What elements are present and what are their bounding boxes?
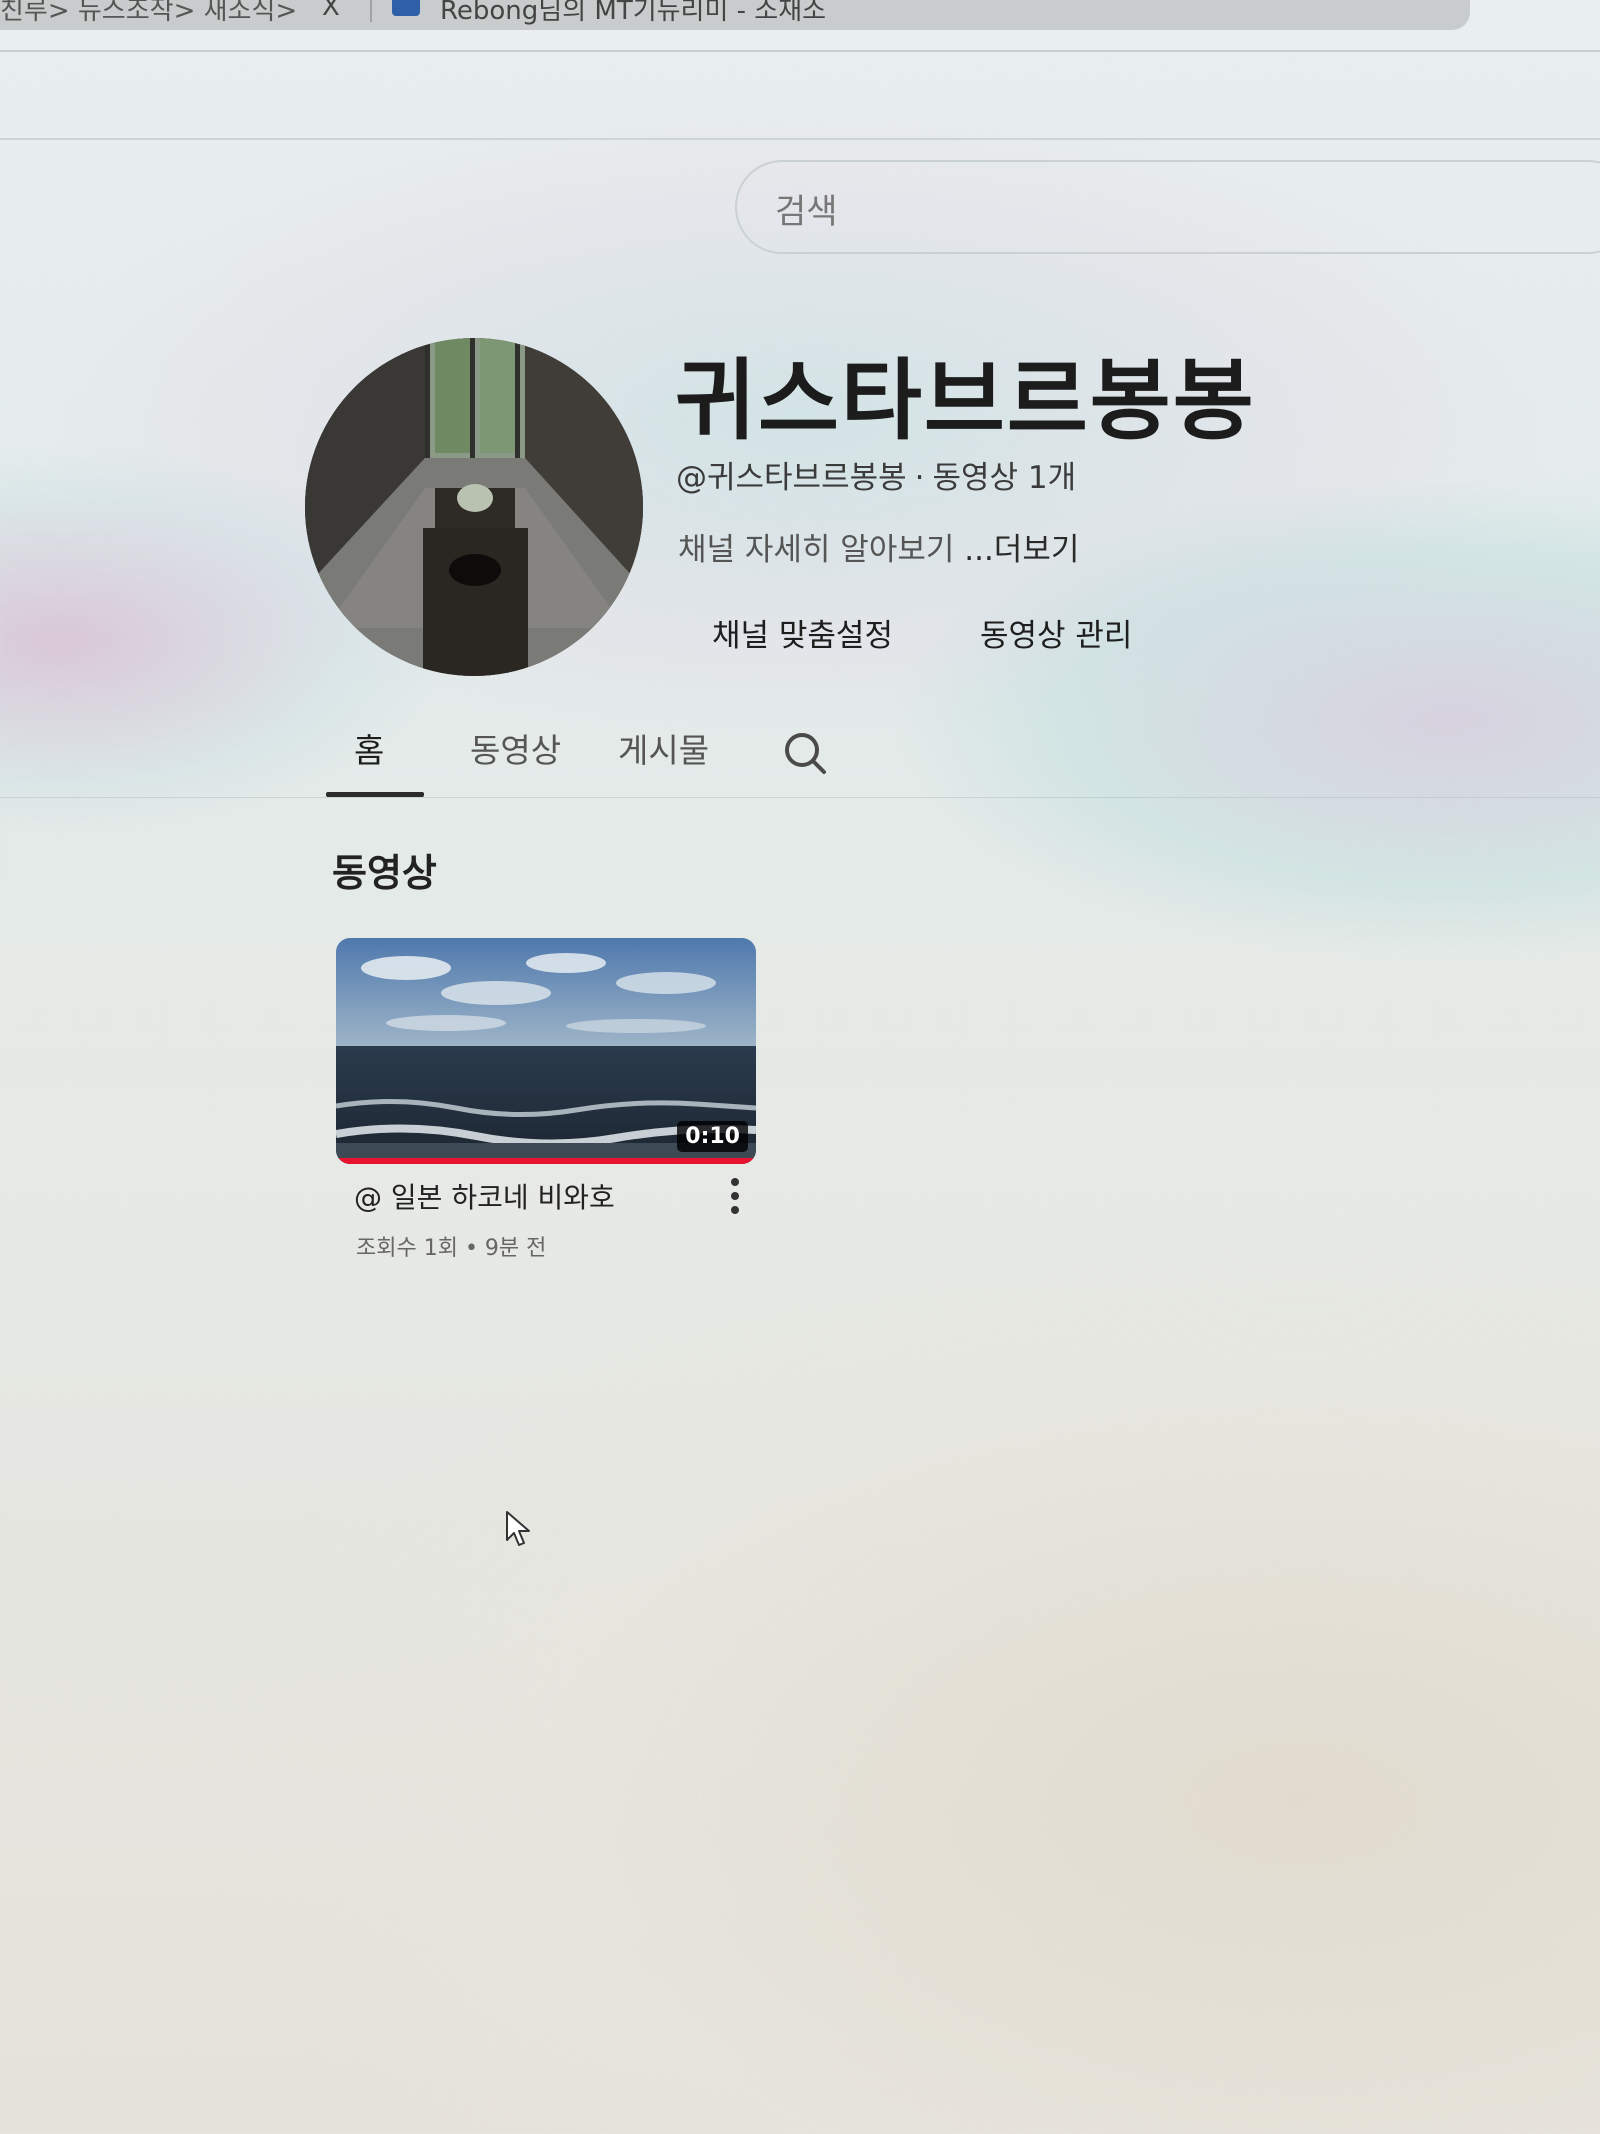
search-input[interactable]: 검색: [735, 160, 1600, 254]
search-icon[interactable]: [780, 728, 830, 778]
tab-separator: [370, 0, 372, 22]
video-meta: 조회수 1회 • 9분 전: [356, 1236, 547, 1261]
tab-title[interactable]: Rebong님의 MT기뉴리미 - 소재소: [440, 0, 826, 27]
tab-posts[interactable]: 게시물: [618, 724, 709, 772]
more-vert-icon[interactable]: [724, 1174, 746, 1218]
section-title: 동영상: [332, 851, 437, 895]
video-title[interactable]: @ 일본 하코네 비와호: [354, 1176, 615, 1216]
meta-separator: ·: [914, 460, 925, 496]
tabs-divider: [0, 797, 1600, 798]
address-bar-divider: [0, 50, 1600, 52]
tab-close-icon[interactable]: X: [322, 0, 340, 22]
customize-channel-button[interactable]: 채널 맞춤설정: [712, 606, 893, 658]
tab-videos[interactable]: 동영상: [470, 724, 561, 772]
browser-tab-strip: 친루> 뉴스조작> 새소식> X Rebong님의 MT기뉴리미 - 소재소: [0, 0, 1470, 30]
channel-handle: @귀스타브르봉봉: [676, 460, 907, 496]
watch-progress-bar: [336, 1158, 756, 1164]
header-divider: [0, 138, 1600, 140]
channel-avatar[interactable]: [305, 338, 643, 676]
channel-title: 귀스타브르봉봉: [675, 349, 1256, 452]
more-link[interactable]: ...더보기: [964, 532, 1079, 568]
avatar-image: [305, 338, 643, 676]
channel-description-text: 채널 자세히 알아보기: [678, 532, 955, 568]
channel-video-count: 동영상 1개: [932, 460, 1077, 496]
tab-breadcrumb[interactable]: 친루> 뉴스조작> 새소식>: [0, 0, 297, 27]
video-duration: 0:10: [677, 1121, 748, 1152]
mouse-cursor-icon: [506, 1511, 530, 1546]
video-card[interactable]: 0:10 @ 일본 하코네 비와호 조회수 1회 • 9분 전: [336, 938, 756, 1268]
tab-home[interactable]: 홈: [354, 724, 384, 772]
channel-meta: @귀스타브르봉봉 · 동영상 1개: [676, 452, 1076, 497]
channel-description[interactable]: 채널 자세히 알아보기 ...더보기: [678, 524, 1079, 569]
video-thumbnail[interactable]: 0:10: [336, 938, 756, 1164]
search-placeholder: 검색: [775, 192, 838, 232]
manage-videos-button[interactable]: 동영상 관리: [980, 606, 1132, 658]
tab-favicon-icon: [392, 0, 420, 16]
